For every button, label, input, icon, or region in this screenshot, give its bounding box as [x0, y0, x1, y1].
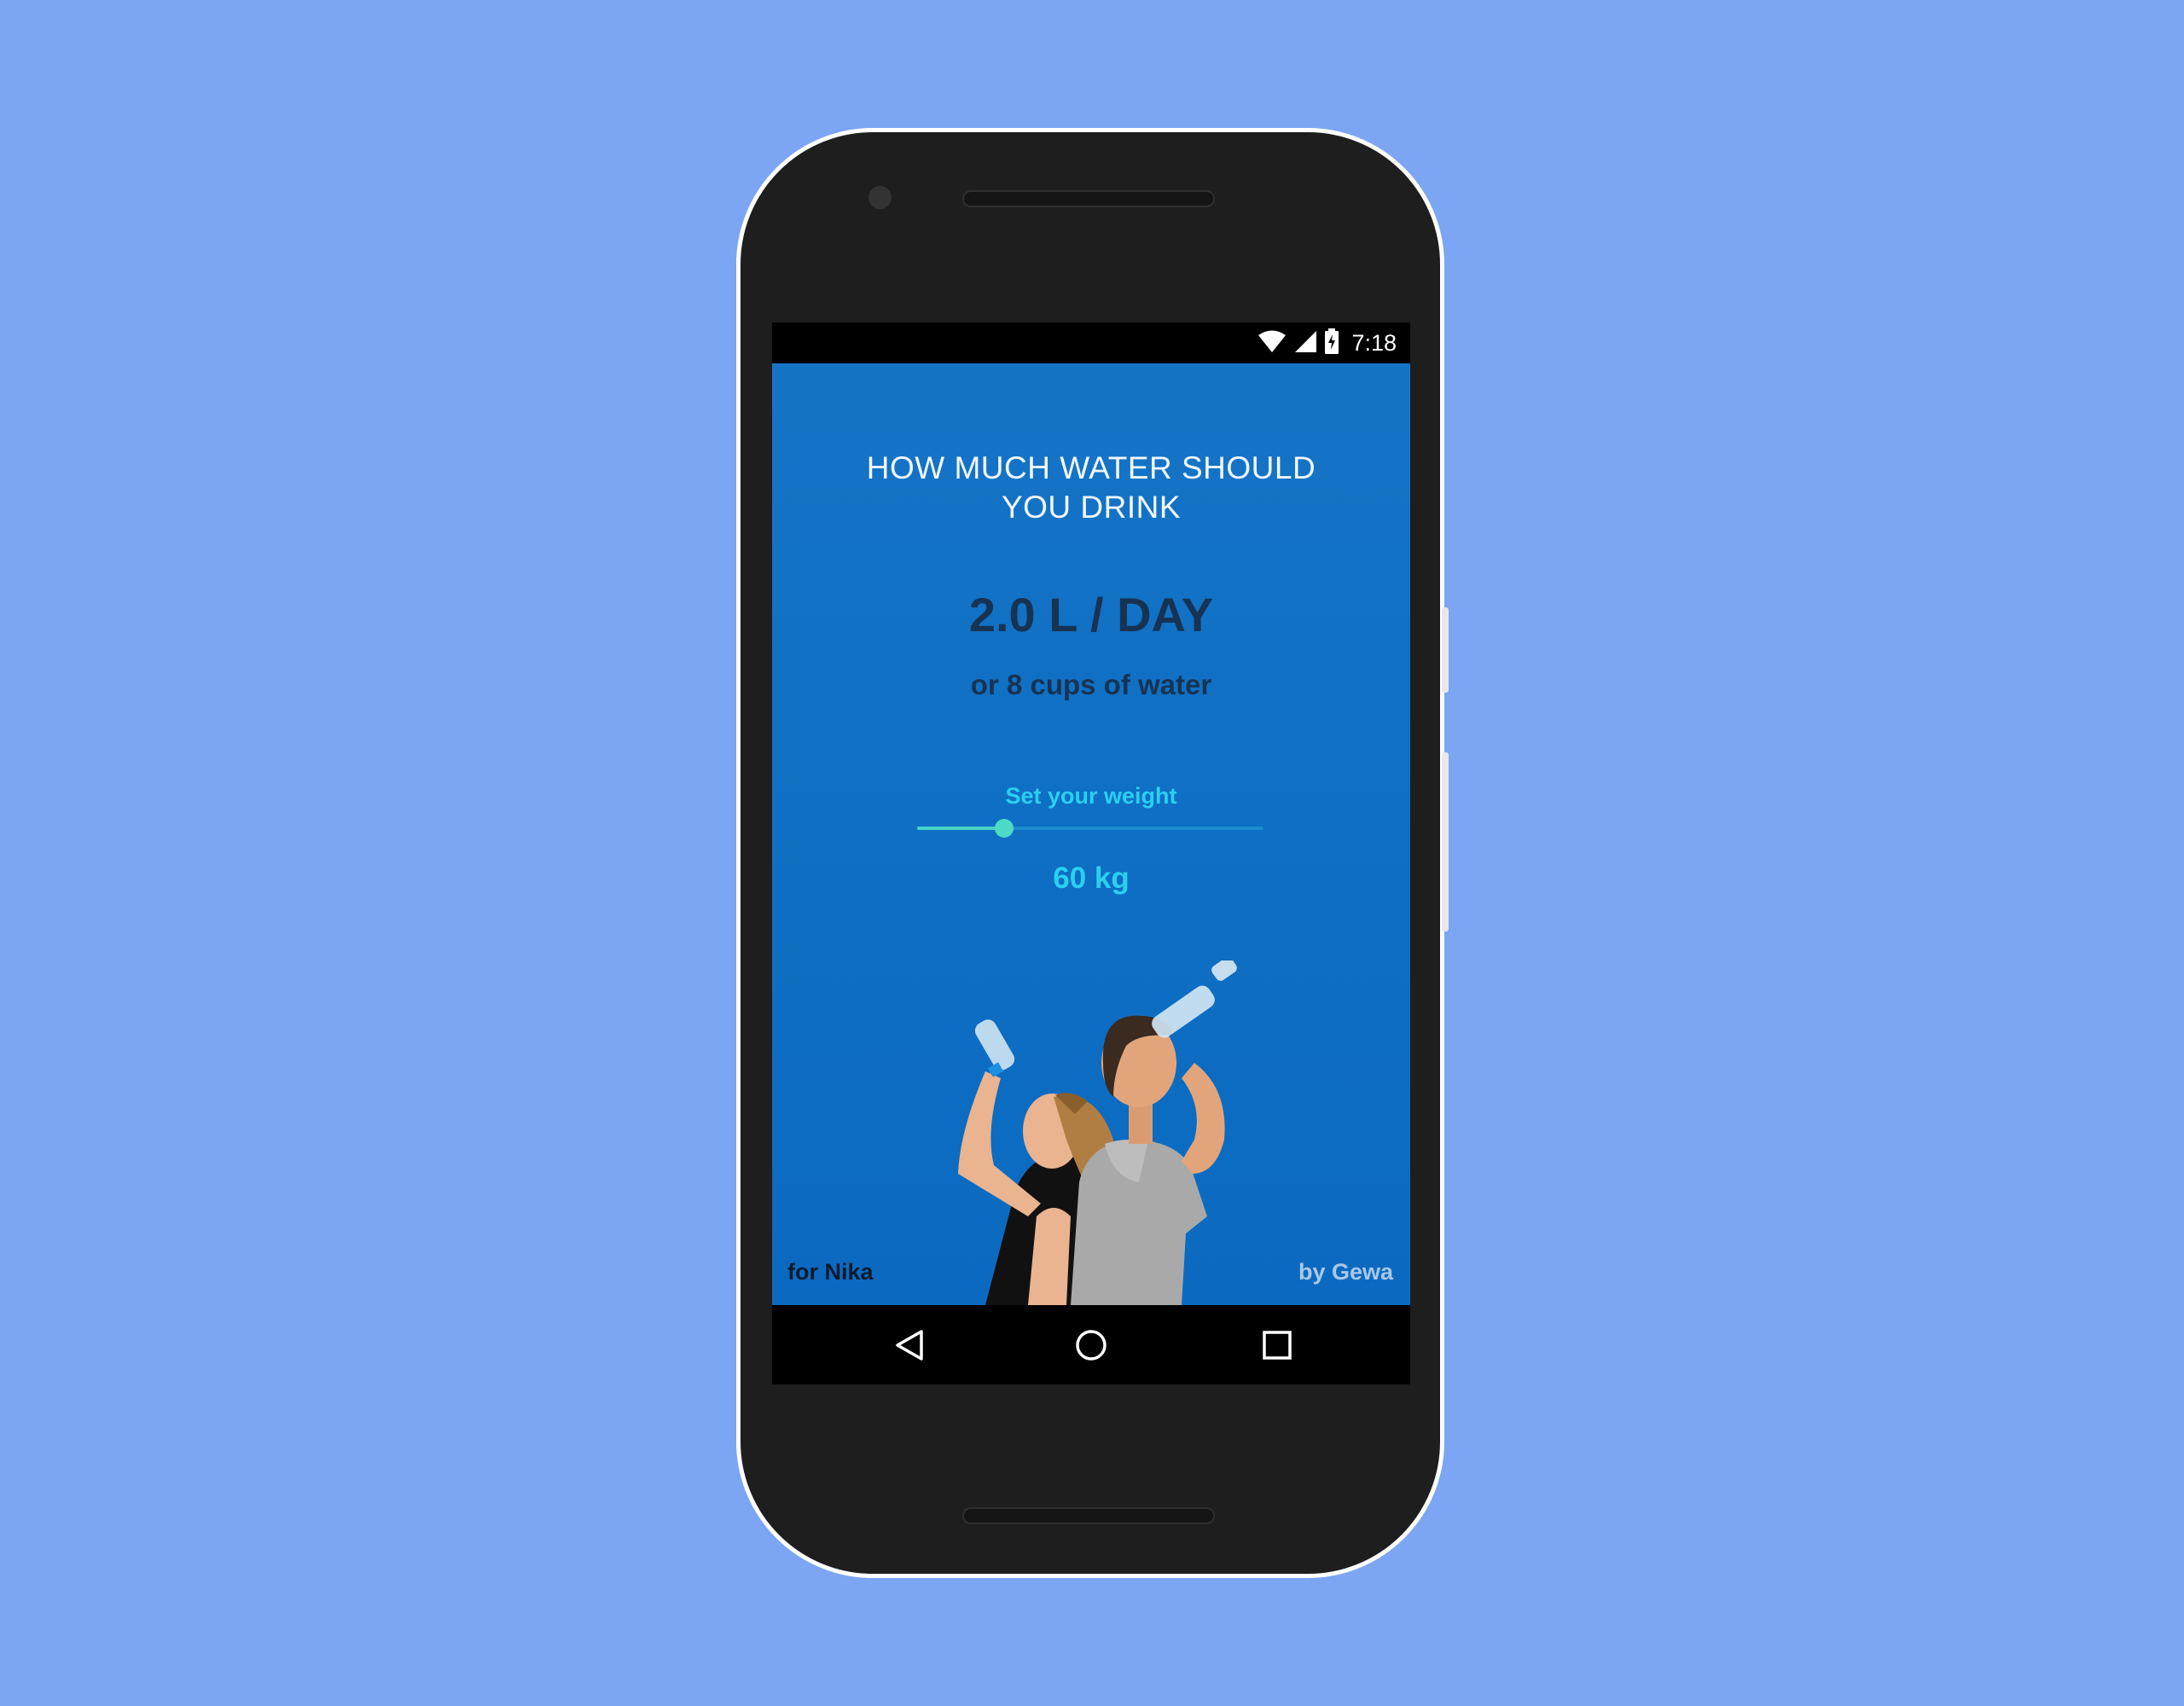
back-icon: [896, 1330, 923, 1361]
slider-fill: [917, 827, 1004, 830]
slider-thumb[interactable]: [994, 819, 1014, 838]
battery-charging-icon: [1324, 328, 1339, 358]
home-button[interactable]: [1072, 1326, 1111, 1365]
recents-icon: [1263, 1331, 1292, 1360]
phone-screen: 7:18 HOW MUCH WATER SHOULD YOU DRINK 2.0…: [772, 322, 1410, 1384]
recents-button[interactable]: [1258, 1326, 1297, 1365]
status-bar: 7:18: [772, 322, 1410, 363]
top-speaker: [962, 190, 1215, 207]
weight-value: 60 kg: [1053, 862, 1130, 895]
status-icons: 7:18: [1258, 328, 1397, 358]
weight-slider[interactable]: [917, 815, 1263, 841]
navigation-bar: [772, 1305, 1410, 1384]
power-button: [1442, 607, 1449, 693]
cups-of-water: or 8 cups of water: [970, 669, 1212, 700]
bottom-speaker: [962, 1507, 1215, 1524]
cellular-signal-icon: [1293, 329, 1317, 357]
weight-label: Set your weight: [1005, 783, 1177, 809]
home-icon: [1076, 1330, 1107, 1361]
wifi-icon: [1258, 329, 1287, 357]
people-drinking-water-image: [958, 960, 1237, 1305]
title-line-1: HOW MUCH WATER SHOULD: [866, 450, 1316, 485]
back-button[interactable]: [890, 1326, 929, 1365]
status-clock: 7:18: [1351, 329, 1397, 356]
daily-water-amount: 2.0 L / DAY: [968, 588, 1214, 641]
author-credit: by Gewa: [1298, 1259, 1393, 1285]
water-calculator-app: HOW MUCH WATER SHOULD YOU DRINK 2.0 L / …: [772, 363, 1410, 1305]
front-camera: [868, 186, 892, 209]
dedication-text: for Nika: [787, 1259, 874, 1285]
title-line-2: YOU DRINK: [1001, 490, 1182, 525]
volume-button: [1442, 752, 1449, 931]
page-title: HOW MUCH WATER SHOULD YOU DRINK: [772, 449, 1410, 527]
